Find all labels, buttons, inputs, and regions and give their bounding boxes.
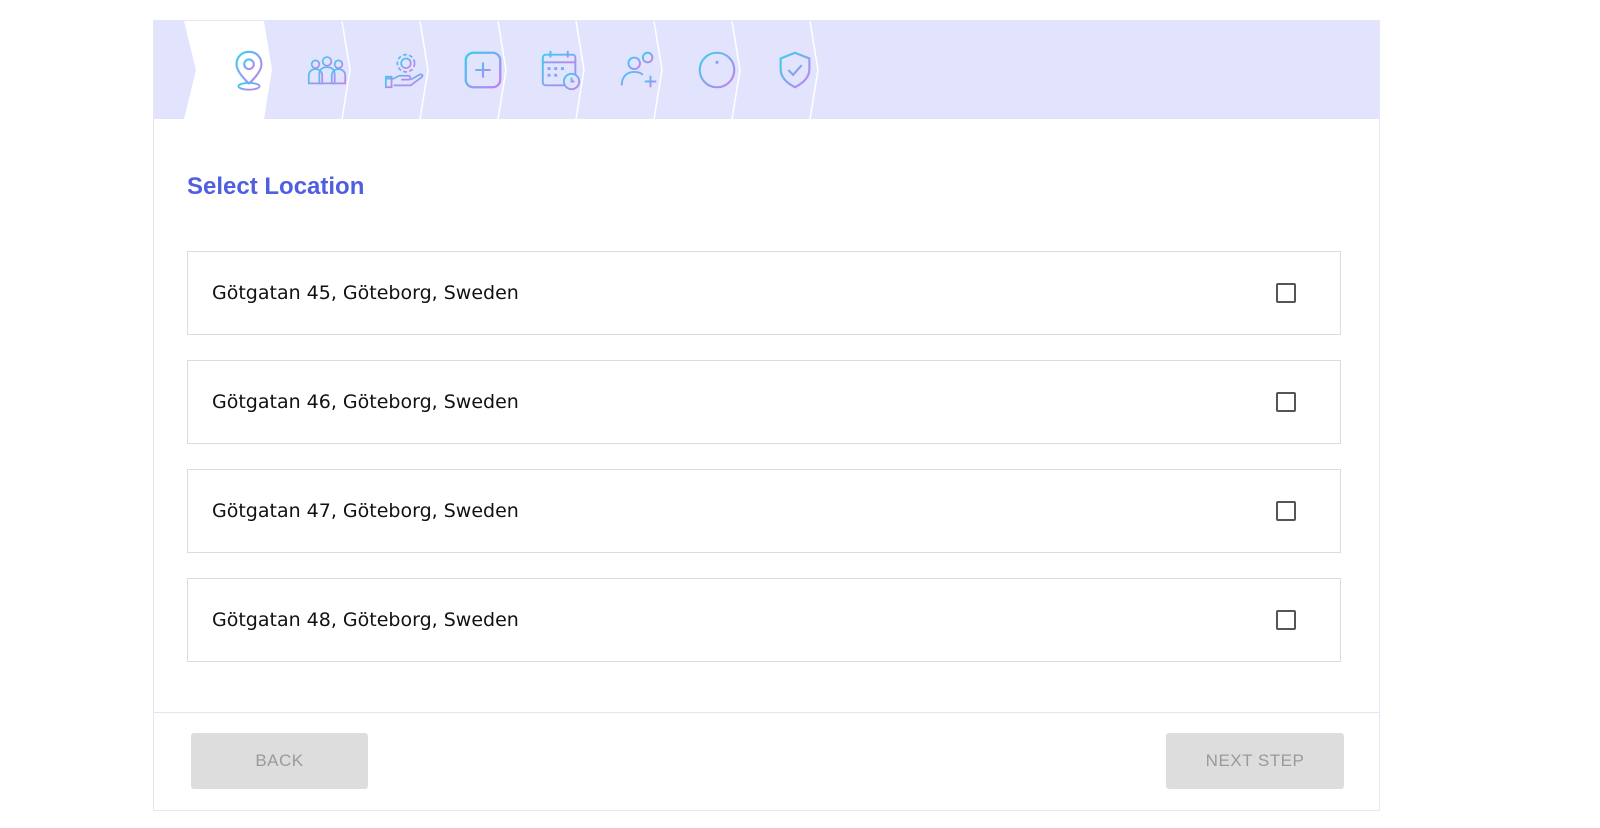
step-add-user[interactable]: [599, 21, 679, 119]
location-option[interactable]: Götgatan 48, Göteborg, Sweden: [187, 578, 1341, 662]
location-label: Götgatan 47, Göteborg, Sweden: [212, 500, 519, 522]
calendar-clock-icon: [541, 50, 581, 91]
step-schedule[interactable]: [521, 21, 601, 119]
location-label: Götgatan 48, Göteborg, Sweden: [212, 609, 519, 631]
location-option[interactable]: Götgatan 47, Göteborg, Sweden: [187, 469, 1341, 553]
step-location[interactable]: [209, 21, 289, 119]
location-label: Götgatan 46, Göteborg, Sweden: [212, 391, 519, 413]
location-checkbox[interactable]: [1276, 610, 1296, 630]
step-extras[interactable]: [443, 21, 523, 119]
footer-divider: [154, 712, 1379, 713]
step-confirm[interactable]: [755, 21, 835, 119]
page-title: Select Location: [187, 173, 365, 200]
user-add-icon: [620, 51, 657, 88]
stepper-bar: [154, 21, 1379, 119]
team-group-icon: [307, 56, 347, 85]
location-checkbox[interactable]: [1276, 283, 1296, 303]
plus-square-icon: [464, 51, 502, 89]
back-button[interactable]: BACK: [191, 733, 368, 789]
location-option[interactable]: Götgatan 46, Göteborg, Sweden: [187, 360, 1341, 444]
step-service[interactable]: [365, 21, 445, 119]
location-label: Götgatan 45, Göteborg, Sweden: [212, 282, 519, 304]
location-checkbox[interactable]: [1276, 392, 1296, 412]
service-hand-gear-icon: [384, 53, 424, 89]
shield-check-icon: [779, 51, 811, 89]
location-pin-icon: [235, 50, 263, 91]
next-step-button[interactable]: NEXT STEP: [1166, 733, 1344, 789]
info-circle-icon: [698, 51, 736, 89]
location-option[interactable]: Götgatan 45, Göteborg, Sweden: [187, 251, 1341, 335]
booking-wizard-panel: Select Location Götgatan 45, Göteborg, S…: [153, 20, 1380, 811]
step-info[interactable]: [677, 21, 757, 119]
location-checkbox[interactable]: [1276, 501, 1296, 521]
step-team[interactable]: [287, 21, 367, 119]
